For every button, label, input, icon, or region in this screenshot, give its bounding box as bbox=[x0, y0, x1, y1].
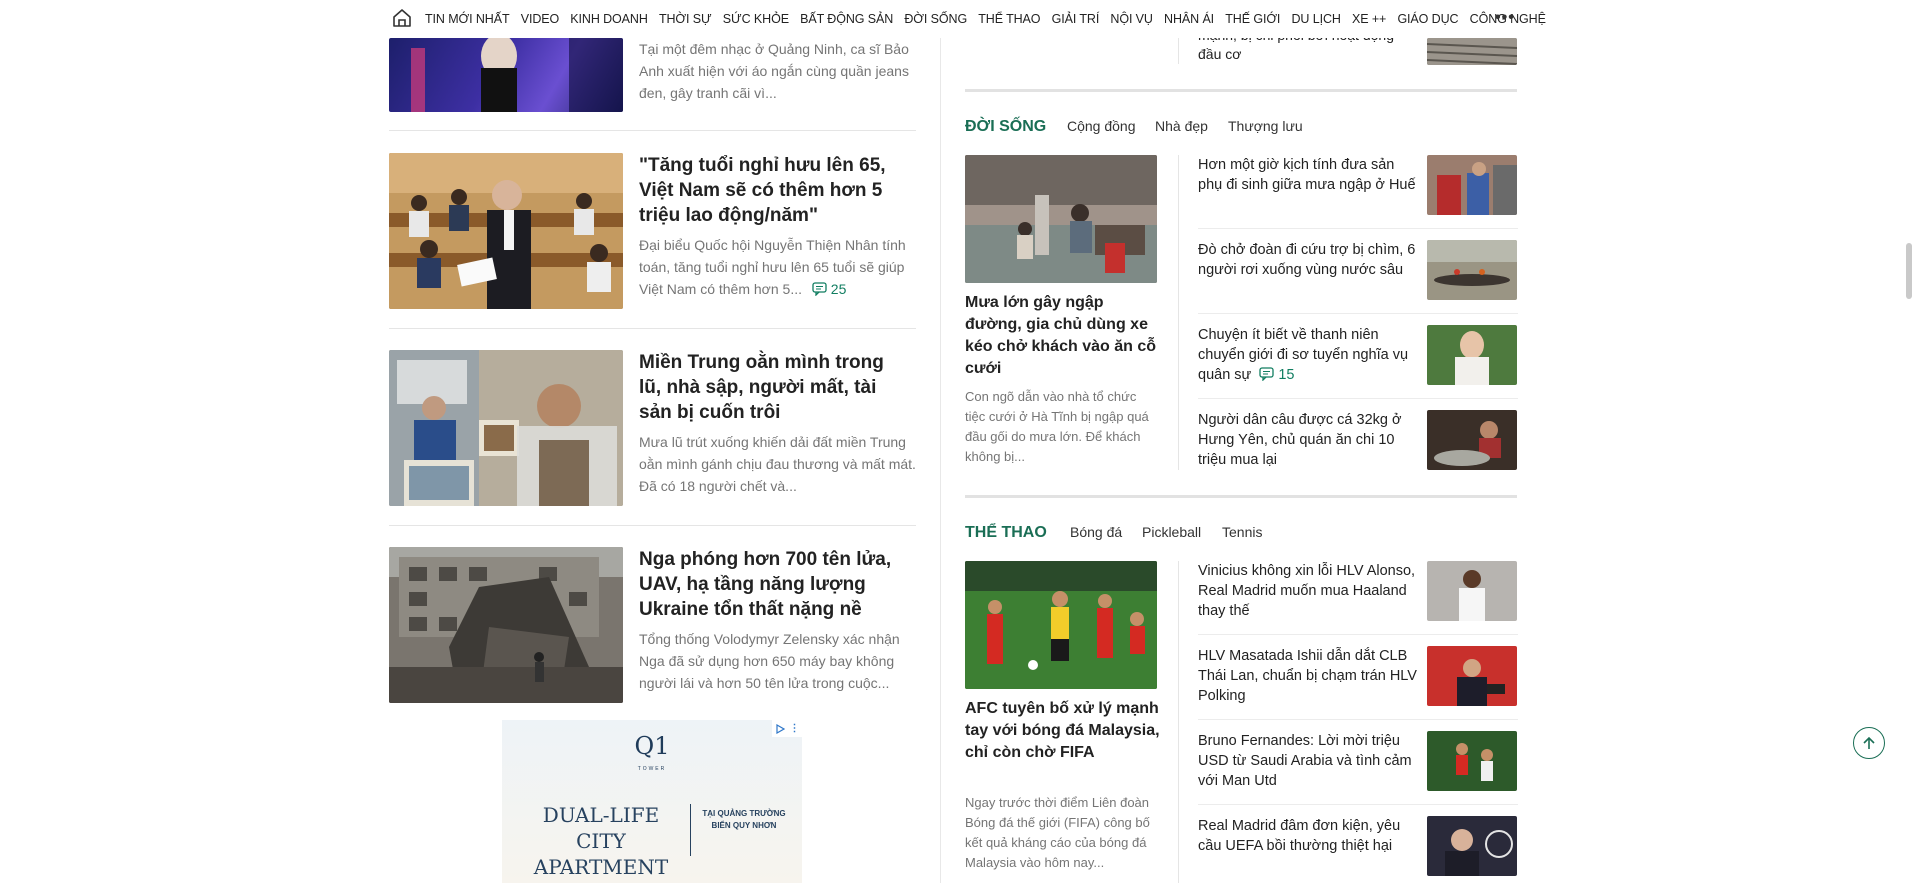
article-title[interactable]: Miền Trung oằn mình trong lũ, nhà sập, n… bbox=[639, 350, 909, 425]
advertisement-banner[interactable]: ⋮ Q1 TOWER DUAL-LIFE CITY APARTMENT TẠI … bbox=[502, 720, 802, 883]
subcategory-pickleball[interactable]: Pickleball bbox=[1142, 524, 1201, 540]
comment-icon bbox=[812, 282, 827, 297]
nav-item-thoi-su[interactable]: THỜI SỰ bbox=[659, 12, 712, 26]
nav-item-video[interactable]: VIDEO bbox=[521, 12, 560, 26]
side-article-thumbnail[interactable] bbox=[1427, 731, 1517, 791]
nav-item-tin-moi-nhat[interactable]: TIN MỚI NHẤT bbox=[425, 12, 510, 26]
side-article-title[interactable]: Real Madrid đâm đơn kiện, yêu cầu UEFA b… bbox=[1198, 816, 1420, 856]
side-article-title[interactable]: Vinicius không xin lỗi HLV Alonso, Real … bbox=[1198, 561, 1420, 621]
side-article-title[interactable]: HLV Masatada Ishii dẫn dắt CLB Thái Lan,… bbox=[1198, 646, 1420, 706]
article-description: Đại biểu Quốc hội Nguyễn Thiện Nhân tính… bbox=[639, 234, 919, 300]
article-description: Tại một đêm nhạc ở Quảng Ninh, ca sĩ Bảo… bbox=[639, 41, 909, 101]
section-title-doi-song[interactable]: ĐỜI SỐNG bbox=[965, 118, 1046, 136]
nav-item-bat-dong-san[interactable]: BẤT ĐỘNG SẢN bbox=[800, 12, 893, 26]
scrollbar-thumb[interactable] bbox=[1906, 243, 1912, 299]
subcategory-thuong-luu[interactable]: Thượng lưu bbox=[1228, 118, 1303, 134]
article-thumbnail[interactable] bbox=[389, 350, 623, 506]
article-description-text: Đại biểu Quốc hội Nguyễn Thiện Nhân tính… bbox=[639, 237, 906, 297]
section-divider bbox=[965, 495, 1517, 498]
article-description: Tổng thống Volodymyr Zelensky xác nhận N… bbox=[639, 631, 900, 691]
article-thumbnail[interactable] bbox=[389, 153, 623, 309]
divider bbox=[1198, 804, 1518, 805]
ad-divider bbox=[690, 804, 691, 856]
comment-count[interactable]: 15 bbox=[1255, 367, 1294, 383]
column-divider bbox=[940, 38, 941, 883]
side-article-title[interactable]: Người dân câu được cá 32kg ở Hưng Yên, c… bbox=[1198, 410, 1420, 470]
ad-subtext: TẠI QUẢNG TRƯỜNG BIỂN QUY NHƠN bbox=[702, 809, 786, 830]
section-title-the-thao[interactable]: THỂ THAO bbox=[965, 524, 1047, 542]
divider bbox=[389, 130, 916, 131]
article-title[interactable]: Nga phóng hơn 700 tên lửa, UAV, hạ tầng … bbox=[639, 547, 899, 622]
article-thumbnail-partial[interactable] bbox=[389, 38, 623, 112]
divider bbox=[1198, 228, 1518, 229]
nav-item-the-thao[interactable]: THỂ THAO bbox=[978, 12, 1040, 26]
more-menu-icon[interactable]: ••• bbox=[1495, 9, 1515, 27]
nav-item-xe[interactable]: XE ++ bbox=[1352, 12, 1386, 26]
divider bbox=[1198, 398, 1518, 399]
nav-item-du-lich[interactable]: DU LỊCH bbox=[1292, 12, 1341, 26]
nav-item-doi-song[interactable]: ĐỜI SỐNG bbox=[904, 12, 967, 26]
nav-item-nhan-ai[interactable]: NHÂN ÁI bbox=[1164, 12, 1214, 26]
nav-item-kinh-doanh[interactable]: KINH DOANH bbox=[570, 12, 648, 26]
side-article-thumbnail[interactable] bbox=[1427, 646, 1517, 706]
article-title[interactable]: "Tăng tuổi nghỉ hưu lên 65, Việt Nam sẽ … bbox=[639, 153, 921, 228]
divider bbox=[1178, 561, 1179, 883]
side-article-thumbnail[interactable] bbox=[1427, 155, 1517, 215]
side-article-thumbnail[interactable] bbox=[1427, 38, 1517, 65]
side-article-thumbnail[interactable] bbox=[1427, 325, 1517, 385]
nav-item-noi-vu[interactable]: NỘI VỤ bbox=[1110, 12, 1153, 26]
home-icon[interactable] bbox=[391, 7, 413, 29]
featured-article-thumbnail[interactable] bbox=[965, 561, 1157, 689]
top-navigation: TIN MỚI NHẤT VIDEO KINH DOANH THỜI SỰ SỨ… bbox=[0, 0, 1920, 38]
subcategory-bong-da[interactable]: Bóng đá bbox=[1070, 524, 1122, 540]
featured-article-description: Ngay trước thời điểm Liên đoàn Bóng đá t… bbox=[965, 795, 1150, 870]
subcategory-nha-dep[interactable]: Nhà đẹp bbox=[1155, 118, 1208, 134]
side-article-title-text: Chuyện ít biết về thanh niên chuyển giới… bbox=[1198, 327, 1409, 383]
side-article-thumbnail[interactable] bbox=[1427, 410, 1517, 470]
featured-article-thumbnail[interactable] bbox=[965, 155, 1157, 283]
arrow-up-icon bbox=[1863, 736, 1875, 749]
nav-item-giai-tri[interactable]: GIẢI TRÍ bbox=[1052, 12, 1100, 26]
divider bbox=[1178, 38, 1179, 64]
nav-item-the-gioi[interactable]: THẾ GIỚI bbox=[1225, 12, 1280, 26]
nav-item-suc-khoe[interactable]: SỨC KHỎE bbox=[723, 12, 789, 26]
comment-icon bbox=[1259, 367, 1274, 382]
side-article-title[interactable]: Hơn một giờ kịch tính đưa sản phụ đi sin… bbox=[1198, 155, 1420, 195]
featured-article-description: Con ngõ dẫn vào nhà tổ chức tiệc cưới ở … bbox=[965, 389, 1149, 464]
side-article-title[interactable]: Đò chở đoàn đi cứu trợ bị chìm, 6 người … bbox=[1198, 240, 1420, 280]
divider bbox=[389, 525, 916, 526]
divider bbox=[1198, 634, 1518, 635]
divider bbox=[1198, 719, 1518, 720]
subcategory-cong-dong[interactable]: Cộng đồng bbox=[1067, 118, 1136, 134]
comment-count[interactable]: 25 bbox=[806, 281, 846, 297]
side-article-thumbnail[interactable] bbox=[1427, 561, 1517, 621]
featured-article-title[interactable]: AFC tuyên bố xử lý mạnh tay với bóng đá … bbox=[965, 698, 1160, 764]
nav-menu: TIN MỚI NHẤT VIDEO KINH DOANH THỜI SỰ SỨ… bbox=[425, 0, 1557, 38]
article-thumbnail[interactable] bbox=[389, 547, 623, 703]
subcategory-tennis[interactable]: Tennis bbox=[1222, 524, 1262, 540]
comment-count-value: 25 bbox=[830, 281, 847, 297]
featured-article-title[interactable]: Mưa lớn gây ngập đường, gia chủ dùng xe … bbox=[965, 292, 1160, 380]
ad-logo: Q1 bbox=[634, 732, 670, 760]
side-article-title[interactable]: Chuyện ít biết về thanh niên chuyển giới… bbox=[1198, 325, 1420, 385]
ad-headline: DUAL-LIFE CITY APARTMENT bbox=[533, 803, 669, 879]
divider bbox=[1178, 155, 1179, 470]
section-divider bbox=[965, 89, 1517, 92]
side-article-thumbnail[interactable] bbox=[1427, 816, 1517, 876]
comment-count-value: 15 bbox=[1278, 367, 1295, 383]
divider bbox=[389, 328, 916, 329]
ad-logo-sub: TOWER bbox=[637, 766, 667, 772]
nav-item-giao-duc[interactable]: GIÁO DỤC bbox=[1397, 12, 1458, 26]
article-description: Mưa lũ trút xuống khiến dải đất miền Tru… bbox=[639, 434, 916, 494]
divider bbox=[1198, 313, 1518, 314]
side-article-title[interactable]: Bruno Fernandes: Lời mời triệu USD từ Sa… bbox=[1198, 731, 1420, 791]
side-article-thumbnail[interactable] bbox=[1427, 240, 1517, 300]
scroll-to-top-button[interactable] bbox=[1853, 727, 1885, 759]
